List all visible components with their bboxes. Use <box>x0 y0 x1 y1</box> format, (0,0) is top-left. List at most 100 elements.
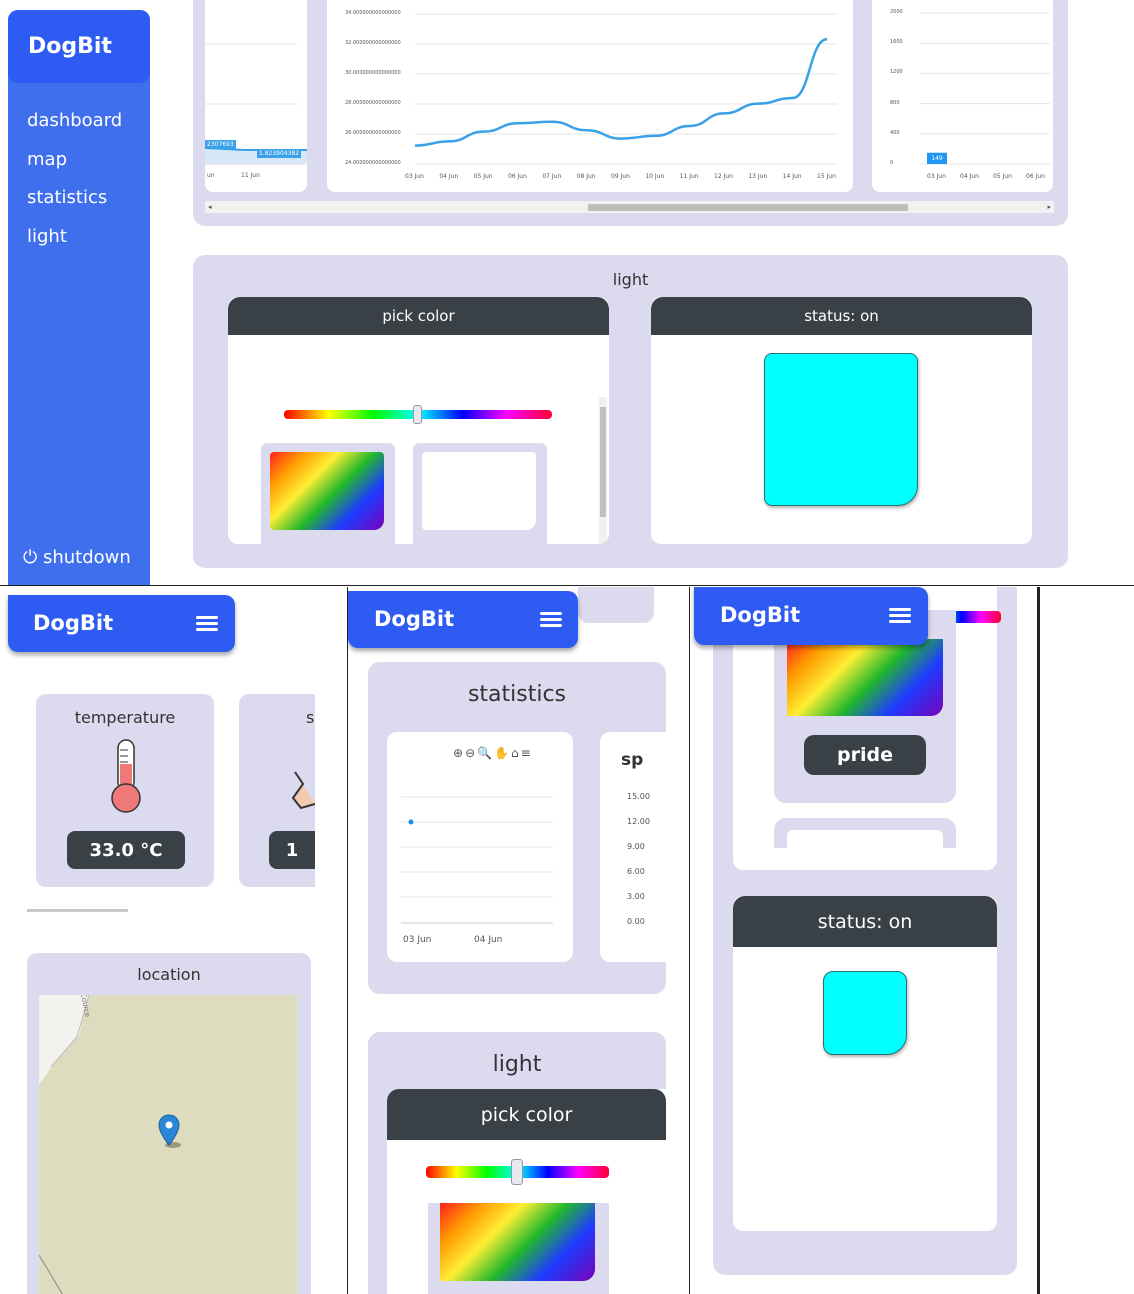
brand-logo: DogBit <box>28 34 112 59</box>
x-tick-label: 07 Jun <box>542 173 562 180</box>
temperature-title: temperature <box>74 708 176 727</box>
x-tick-label: 06 Jun <box>1026 173 1045 180</box>
status-header: status: on <box>733 896 997 947</box>
map-view[interactable]: Cource <box>39 995 297 1294</box>
current-color-preview <box>764 353 918 506</box>
hamburger-menu-icon[interactable] <box>196 613 218 634</box>
x-tick-label: 06 Jun <box>508 173 527 180</box>
brand-logo: DogBit <box>33 611 114 635</box>
y-tick-label: 15.00 <box>627 792 650 801</box>
x-tick-label: 09 Jun <box>611 173 630 180</box>
x-tick-label: 11 Jun <box>241 172 260 179</box>
temperature-value: 33.0 °C <box>67 831 185 869</box>
x-tick-label: 08 Jun <box>576 173 596 180</box>
y-tick-label: 0.00 <box>627 917 645 926</box>
swatch-pride[interactable] <box>428 1203 609 1294</box>
y-tick-label: 9.00 <box>627 842 645 851</box>
x-tick-label: 15 Jun <box>817 173 836 180</box>
thermometer-icon <box>111 739 141 813</box>
y-tick-label: 1200 <box>890 69 903 76</box>
x-tick-label: 05 Jun <box>993 173 1012 180</box>
status-card: status: on <box>651 297 1032 544</box>
partial-chart-title: sp <box>621 750 644 770</box>
steps-bar-chart <box>920 12 1050 165</box>
pride-label[interactable]: pride <box>804 735 926 775</box>
scroll-left-arrow-icon[interactable]: ◂ <box>208 203 212 211</box>
hue-slider-knob[interactable] <box>413 405 422 424</box>
horizontal-scrollbar[interactable]: ◂ ▸ <box>205 201 1054 213</box>
sidebar-item-map[interactable]: map <box>27 149 67 170</box>
x-tick-label: 04 Jun <box>439 173 459 180</box>
pick-color-card: pick color <box>387 1089 666 1294</box>
y-tick-label: 1600 <box>890 39 903 46</box>
left-area-chart <box>205 43 307 165</box>
data-point <box>408 819 414 825</box>
swatch-white[interactable] <box>774 818 956 848</box>
chart-card-bar: 149 2000 1600 1200 800 400 0 03 Jun 04 Jun 05 Ju… <box>872 0 1053 192</box>
location-pin-icon[interactable] <box>157 1113 187 1149</box>
dog-icon <box>291 771 315 810</box>
x-tick-label: 03 Jun <box>405 173 424 180</box>
y-tick-label: 12.00 <box>627 817 650 826</box>
pick-color-header: pick color <box>228 297 609 335</box>
hue-slider-knob[interactable] <box>511 1159 523 1185</box>
data-label: 2307693 <box>205 140 236 149</box>
mobile-view-statistics: DogBit statistics ⊕⊖🔍✋⌂≡ 03 Jun 04 Jun s… <box>347 587 687 1294</box>
x-tick-label: un <box>207 172 215 179</box>
sidebar <box>8 10 150 585</box>
statistics-title: statistics <box>467 682 567 707</box>
sidebar-item-dashboard[interactable]: dashboard <box>27 110 122 131</box>
x-tick-label: 11 Jun <box>679 173 699 180</box>
x-tick-label: 14 Jun <box>782 173 802 180</box>
temperature-line-chart <box>414 13 837 165</box>
power-icon: ⏻ <box>23 547 38 568</box>
light-title: light <box>492 1052 542 1077</box>
scrollbar-thumb[interactable] <box>600 407 606 517</box>
brand-header: DogBit <box>8 10 150 83</box>
pride-gradient-preview <box>787 639 943 716</box>
sidebar-item-light[interactable]: light <box>27 226 67 247</box>
mobile-view-dashboard: DogBit temperature 33.0 °C s 1 location <box>0 587 346 1294</box>
status-header: status: on <box>651 297 1032 335</box>
mobile-header: DogBit <box>348 591 578 648</box>
bar-data-label: 149 <box>931 155 943 162</box>
brand-logo: DogBit <box>374 607 455 631</box>
y-tick-label: 24.000000000000000 <box>345 160 401 166</box>
x-tick-label: 05 Jun <box>473 173 493 180</box>
vertical-scrollbar[interactable] <box>599 397 607 544</box>
x-tick-label: 10 Jun <box>645 173 665 180</box>
shutdown-button[interactable]: ⏻ shutdown <box>23 547 131 568</box>
brand-logo: DogBit <box>720 603 801 627</box>
sidebar-item-statistics[interactable]: statistics <box>27 187 107 208</box>
swatch-white[interactable]: white <box>413 443 547 544</box>
partial-card: s 1 <box>239 694 315 887</box>
pride-gradient-preview <box>270 452 384 530</box>
mobile-chart-card-partial: sp 15.00 12.00 9.00 6.00 3.00 0.00 <box>600 732 666 962</box>
y-tick-label: 800 <box>890 99 900 106</box>
y-tick-label: 28.000000000000000 <box>345 100 401 106</box>
y-tick-label: 0 <box>890 160 894 166</box>
mobile-view-light: pride DogBit status: on <box>689 587 1040 1294</box>
mobile-chart-card: ⊕⊖🔍✋⌂≡ 03 Jun 04 Jun <box>387 732 573 962</box>
light-panel: light pick color pride white status: on <box>193 255 1068 568</box>
x-tick-label: 13 Jun <box>748 173 768 180</box>
x-tick-label: 04 Jun <box>474 935 503 945</box>
y-tick-label: 3.00 <box>627 892 645 901</box>
y-tick-label: 30.000000000000000 <box>345 70 401 76</box>
scroll-right-arrow-icon[interactable]: ▸ <box>1047 203 1051 211</box>
scrollbar-thumb[interactable] <box>588 204 908 211</box>
chart-card-left: 2307693 1.823904382 un 11 Jun <box>205 0 307 192</box>
mobile-line-chart <box>401 796 553 924</box>
x-tick-label: 12 Jun <box>714 173 733 180</box>
statistics-panel: statistics ⊕⊖🔍✋⌂≡ 03 Jun 04 Jun sp 15.00… <box>368 662 666 994</box>
location-card: location Cource <box>27 953 311 1294</box>
mobile-header: DogBit <box>8 595 235 652</box>
x-tick-label: 03 Jun <box>927 173 946 180</box>
light-title: light <box>612 270 649 289</box>
current-color-preview <box>823 971 907 1055</box>
hamburger-menu-icon[interactable] <box>889 605 911 626</box>
swatch-pride[interactable]: pride <box>261 443 395 544</box>
partial-card-title: s <box>306 708 315 727</box>
hamburger-menu-icon[interactable] <box>540 609 562 630</box>
y-tick-label: 32.000000000000000 <box>345 40 401 46</box>
